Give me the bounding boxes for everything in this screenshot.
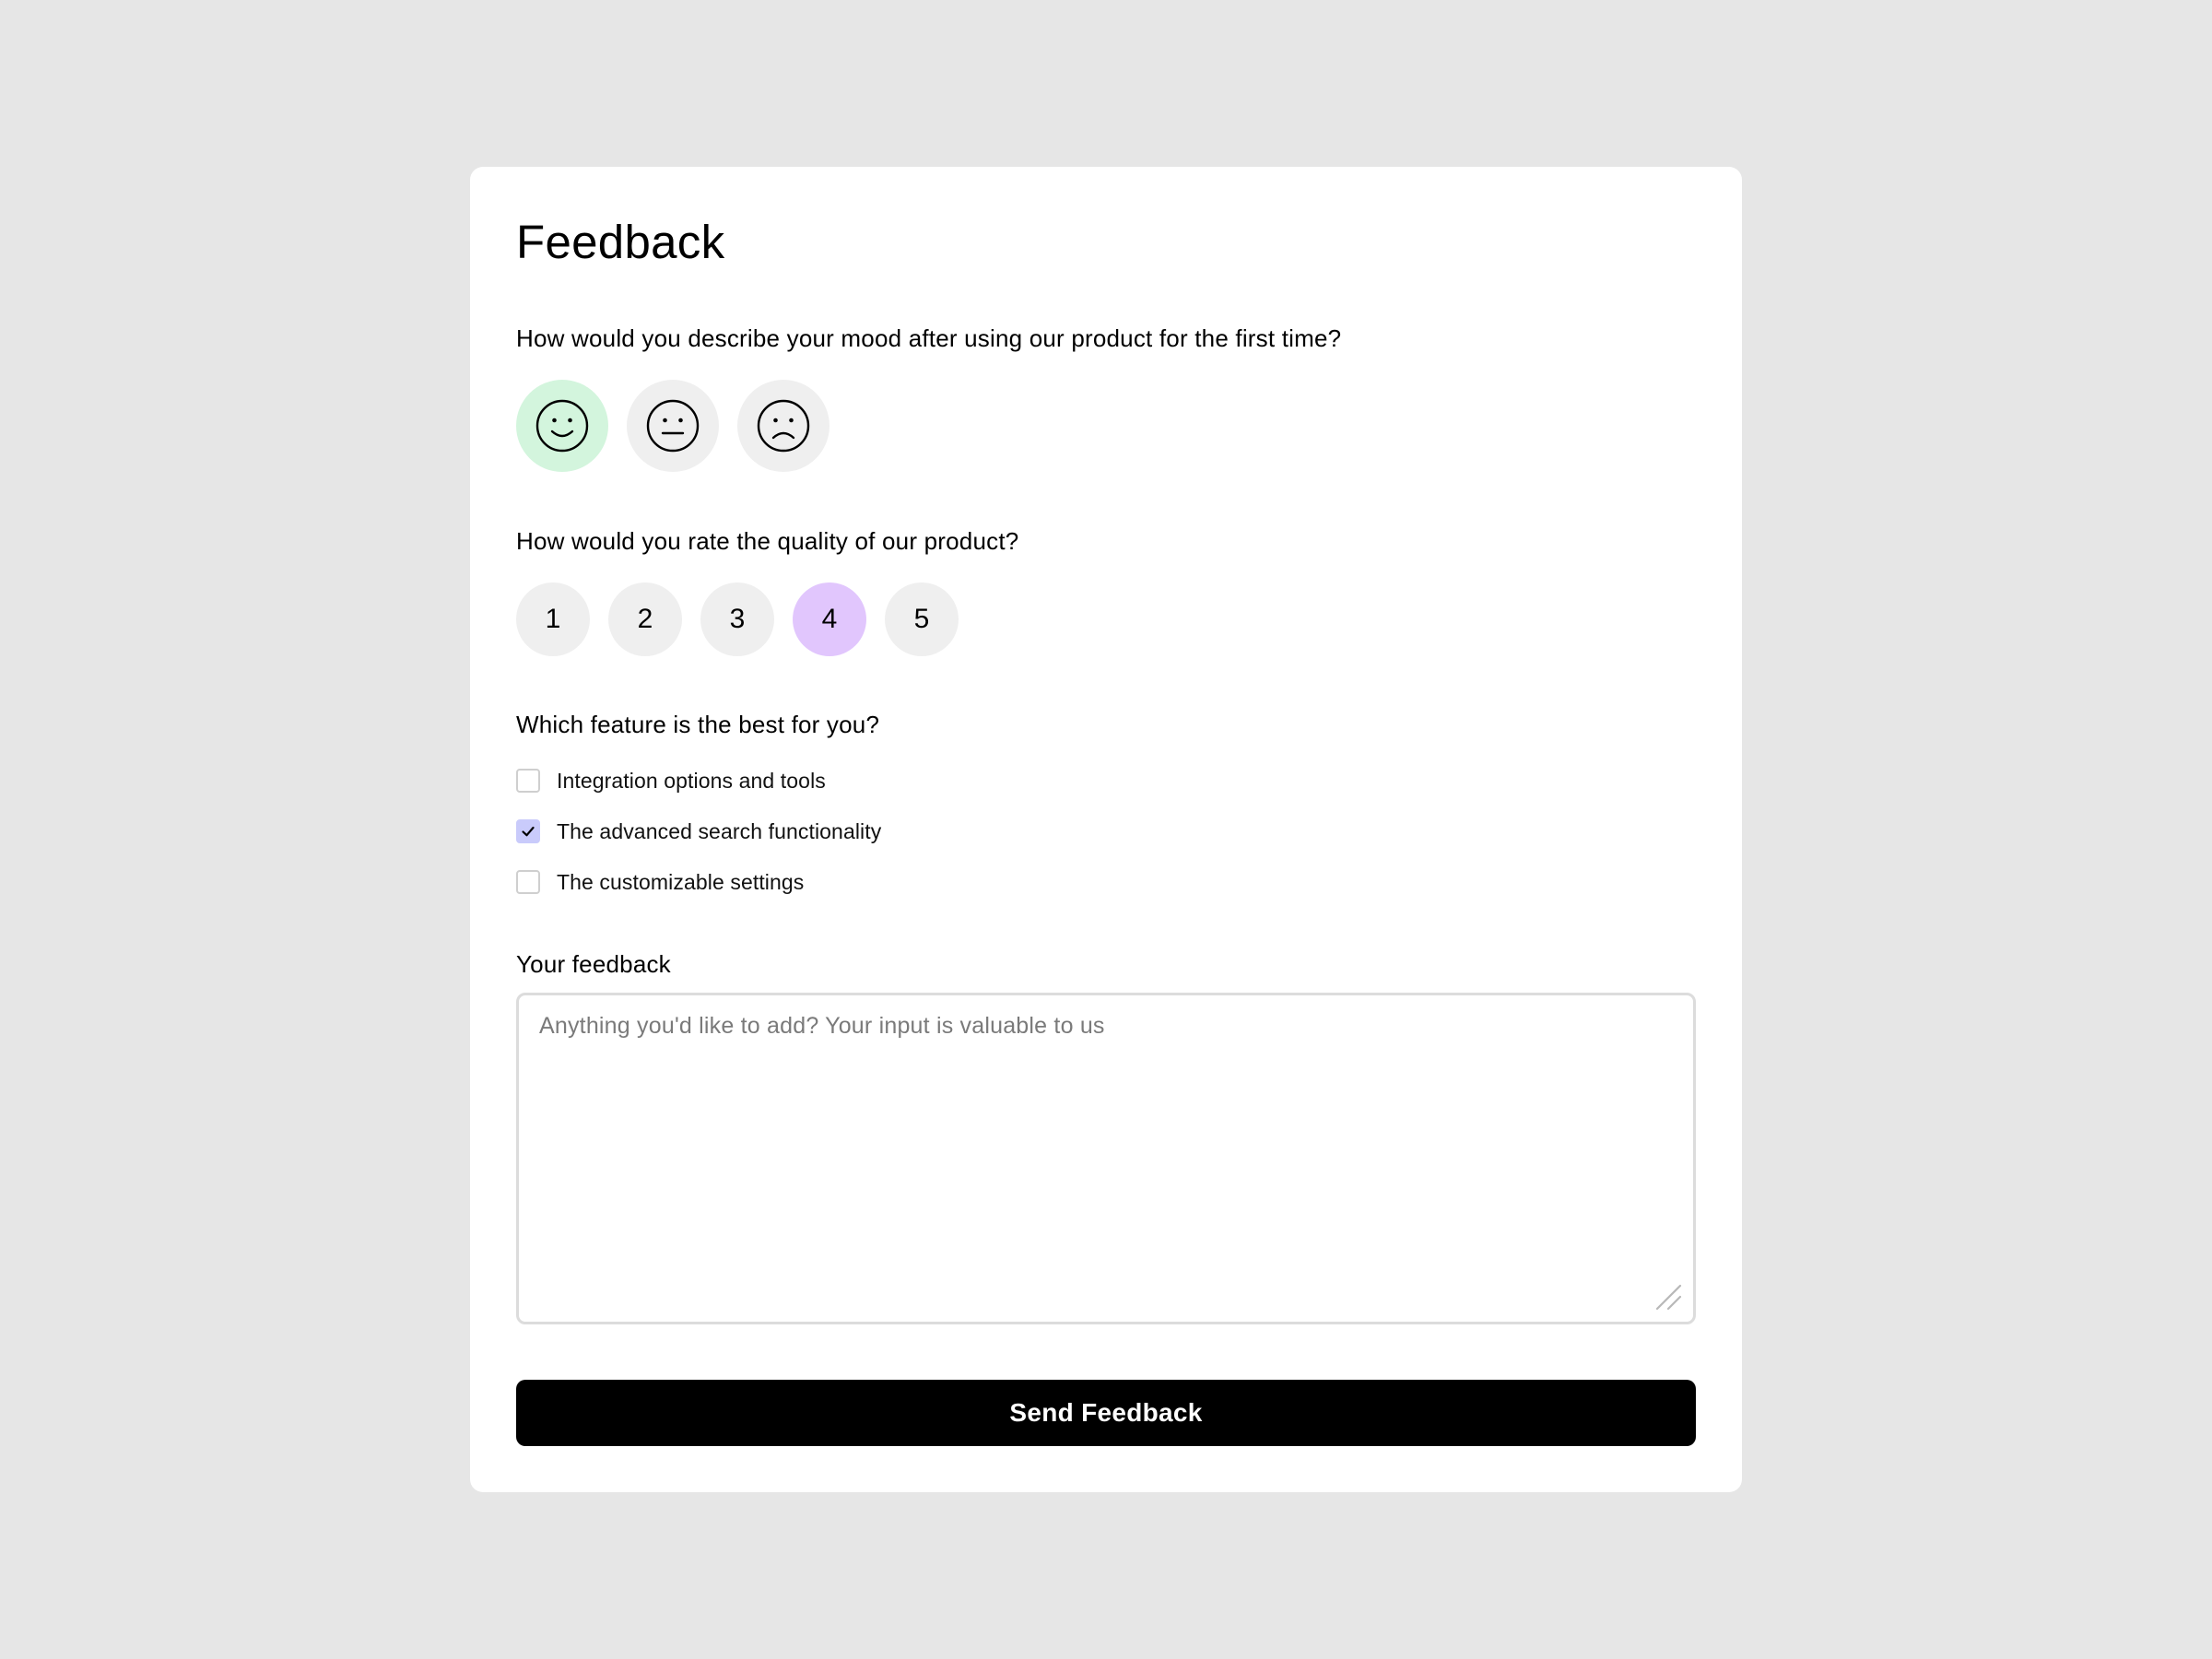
resize-handle-icon[interactable] [1654,1283,1682,1311]
mood-option-happy[interactable] [516,380,608,472]
page-title: Feedback [516,216,725,268]
feature-option-integration[interactable]: Integration options and tools [516,767,881,794]
feature-option-label: The advanced search functionality [557,819,882,843]
sad-face-icon [756,398,811,453]
mood-option-neutral[interactable] [627,380,719,472]
feature-option-settings[interactable]: The customizable settings [516,868,881,896]
mood-option-sad[interactable] [737,380,830,472]
feedback-label: Your feedback [516,950,671,978]
rating-option-2[interactable]: 2 [608,582,682,656]
rating-question: How would you rate the quality of our pr… [516,527,1019,555]
settings-checkbox[interactable] [516,870,540,894]
rating-options: 1 2 3 4 5 [516,582,959,656]
feature-question: Which feature is the best for you? [516,711,880,738]
rating-option-1[interactable]: 1 [516,582,590,656]
happy-face-icon [535,398,590,453]
rating-option-4[interactable]: 4 [793,582,866,656]
feature-option-label: The customizable settings [557,870,805,894]
mood-question: How would you describe your mood after u… [516,324,1342,352]
checkmark-icon [522,826,535,837]
rating-option-5[interactable]: 5 [885,582,959,656]
neutral-face-icon [645,398,700,453]
search-checkbox[interactable] [516,819,540,843]
rating-option-3[interactable]: 3 [700,582,774,656]
send-feedback-button[interactable]: Send Feedback [516,1380,1696,1446]
feedback-textarea[interactable] [519,995,1693,1322]
feedback-card: Feedback How would you describe your moo… [470,167,1742,1492]
integration-checkbox[interactable] [516,769,540,793]
feedback-field-container [516,993,1696,1324]
feature-options: Integration options and tools The advanc… [516,767,881,919]
feature-option-search[interactable]: The advanced search functionality [516,818,881,845]
mood-options [516,380,830,472]
feature-option-label: Integration options and tools [557,769,826,793]
